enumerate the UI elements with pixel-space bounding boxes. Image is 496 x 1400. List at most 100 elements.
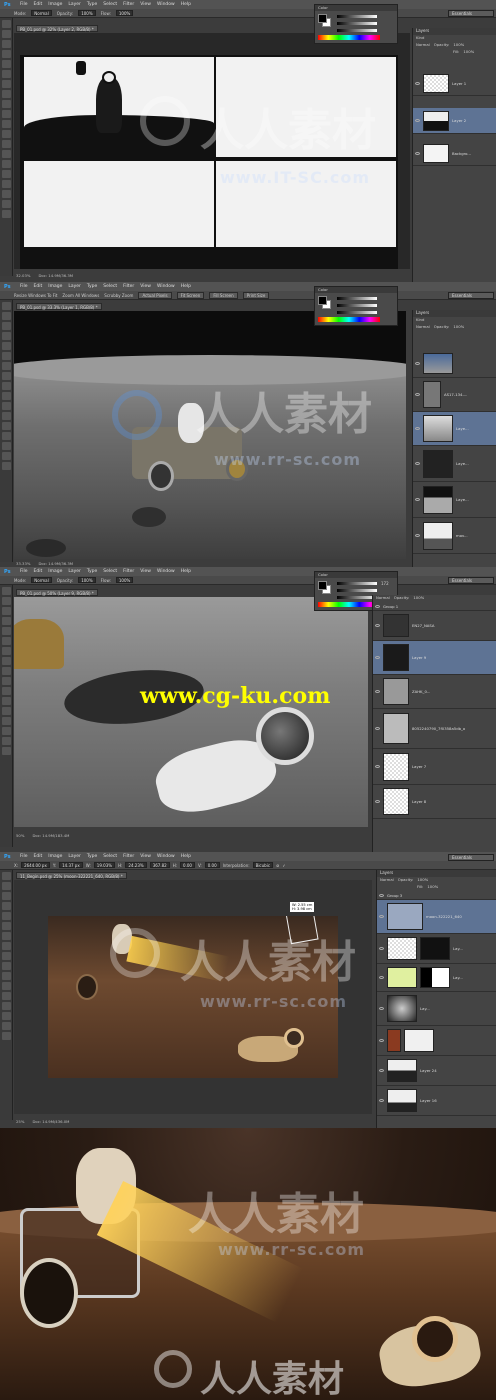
menu-filter[interactable]: Filter <box>123 569 134 574</box>
shape-tool-icon[interactable] <box>2 1012 11 1020</box>
eraser-tool-icon[interactable] <box>2 677 11 685</box>
visibility-eye-icon[interactable] <box>415 427 420 430</box>
clone-tool-icon[interactable] <box>2 382 11 390</box>
foreground-color-swatch[interactable] <box>318 14 327 23</box>
marquee-tool-icon[interactable] <box>2 882 11 890</box>
type-tool-icon[interactable] <box>2 170 11 178</box>
quick-select-tool-icon[interactable] <box>2 50 11 58</box>
color-spectrum[interactable] <box>318 317 380 322</box>
visibility-eye-icon[interactable] <box>379 976 384 979</box>
menu-type[interactable]: Type <box>87 2 97 7</box>
scrubby-zoom-checkbox[interactable]: Scrubby Zoom <box>104 293 133 298</box>
menu-edit[interactable]: Edit <box>34 284 43 289</box>
type-tool-icon[interactable] <box>2 1002 11 1010</box>
shape-tool-icon[interactable] <box>2 190 11 198</box>
color-slider-b[interactable] <box>337 596 377 599</box>
canvas-document[interactable] <box>20 55 398 269</box>
eraser-tool-icon[interactable] <box>2 120 11 128</box>
workspace-switcher[interactable]: Essentials <box>448 10 494 17</box>
layer-row-selected[interactable]: Layer 9 <box>373 641 496 675</box>
layer-row[interactable]: ZAHK_0... <box>373 675 496 709</box>
gradient-tool-icon[interactable] <box>2 687 11 695</box>
color-tab[interactable]: Color <box>315 287 397 293</box>
menu-filter[interactable]: Filter <box>123 2 134 7</box>
dodge-tool-icon[interactable] <box>2 697 11 705</box>
healing-tool-icon[interactable] <box>2 362 11 370</box>
y-field[interactable]: 14.37 px <box>59 862 83 868</box>
layer-opacity-value[interactable]: 100% <box>413 595 424 602</box>
zoom-all-windows-checkbox[interactable]: Zoom All Windows <box>62 293 99 298</box>
visibility-eye-icon[interactable] <box>375 765 380 768</box>
layers-filter[interactable]: Kind <box>413 317 496 324</box>
zoom-level[interactable]: 32.03% <box>16 273 30 278</box>
hand-tool-icon[interactable] <box>2 737 11 745</box>
layer-row[interactable]: Laye... <box>413 482 496 518</box>
menu-view[interactable]: View <box>140 284 151 289</box>
pen-tool-icon[interactable] <box>2 707 11 715</box>
interpolation-select[interactable]: Bicubic <box>252 862 274 868</box>
blend-mode-select[interactable]: Normal <box>376 595 390 602</box>
color-spectrum[interactable] <box>318 602 380 607</box>
quick-select-tool-icon[interactable] <box>2 332 11 340</box>
menu-file[interactable]: File <box>20 284 28 289</box>
menu-filter[interactable]: Filter <box>123 854 134 859</box>
crop-tool-icon[interactable] <box>2 627 11 635</box>
visibility-eye-icon[interactable] <box>415 462 420 465</box>
ps-app-icon[interactable]: Ps <box>4 569 14 575</box>
layer-row[interactable]: EN27_NASA <box>373 611 496 641</box>
gradient-tool-icon[interactable] <box>2 972 11 980</box>
ps-app-icon[interactable]: Ps <box>4 2 14 8</box>
type-tool-icon[interactable] <box>2 717 11 725</box>
healing-tool-icon[interactable] <box>2 80 11 88</box>
hand-tool-icon[interactable] <box>2 1022 11 1030</box>
fill-value[interactable]: 100% <box>427 884 438 891</box>
lasso-tool-icon[interactable] <box>2 892 11 900</box>
menu-select[interactable]: Select <box>103 569 117 574</box>
eyedropper-tool-icon[interactable] <box>2 352 11 360</box>
brush-tool-icon[interactable] <box>2 942 11 950</box>
dodge-tool-icon[interactable] <box>2 150 11 158</box>
menu-help[interactable]: Help <box>181 854 191 859</box>
clone-tool-icon[interactable] <box>2 100 11 108</box>
marquee-tool-icon[interactable] <box>2 30 11 38</box>
zoom-level[interactable]: 25% <box>16 1119 24 1124</box>
height-field[interactable]: 24.23% <box>125 862 147 868</box>
menu-select[interactable]: Select <box>103 284 117 289</box>
hand-tool-icon[interactable] <box>2 452 11 460</box>
color-slider-g[interactable] <box>337 22 377 25</box>
cancel-transform-icon[interactable]: ⊘ <box>276 863 279 868</box>
actual-pixels-button[interactable]: Actual Pixels <box>138 291 172 299</box>
dodge-tool-icon[interactable] <box>2 982 11 990</box>
blend-mode-select[interactable]: Normal <box>416 324 430 331</box>
layer-opacity-value[interactable]: 100% <box>417 877 428 884</box>
color-slider-g[interactable] <box>337 589 377 592</box>
menu-help[interactable]: Help <box>181 284 191 289</box>
menu-help[interactable]: Help <box>181 2 191 7</box>
zoom-tool-icon[interactable] <box>2 210 11 218</box>
menu-select[interactable]: Select <box>103 854 117 859</box>
layer-group-row[interactable]: Group 1 <box>373 603 496 611</box>
lasso-tool-icon[interactable] <box>2 322 11 330</box>
layer-row[interactable] <box>413 350 496 378</box>
pen-tool-icon[interactable] <box>2 422 11 430</box>
visibility-eye-icon[interactable] <box>375 800 380 803</box>
layer-row[interactable]: mov... <box>413 518 496 554</box>
layer-row[interactable]: Lay... <box>377 934 496 964</box>
healing-tool-icon[interactable] <box>2 647 11 655</box>
brush-tool-icon[interactable] <box>2 372 11 380</box>
eyedropper-tool-icon[interactable] <box>2 922 11 930</box>
menu-image[interactable]: Image <box>48 569 62 574</box>
menu-view[interactable]: View <box>140 569 151 574</box>
visibility-eye-icon[interactable] <box>375 727 380 730</box>
color-tab[interactable]: Color <box>315 572 397 578</box>
ps-app-icon[interactable]: Ps <box>4 284 14 290</box>
eyedropper-tool-icon[interactable] <box>2 637 11 645</box>
visibility-eye-icon[interactable] <box>375 690 380 693</box>
crop-tool-icon[interactable] <box>2 60 11 68</box>
visibility-eye-icon[interactable] <box>379 1007 384 1010</box>
layer-row[interactable] <box>377 1026 496 1056</box>
menu-view[interactable]: View <box>140 2 151 7</box>
visibility-eye-icon[interactable] <box>379 1099 384 1102</box>
menu-view[interactable]: View <box>140 854 151 859</box>
quick-select-tool-icon[interactable] <box>2 617 11 625</box>
